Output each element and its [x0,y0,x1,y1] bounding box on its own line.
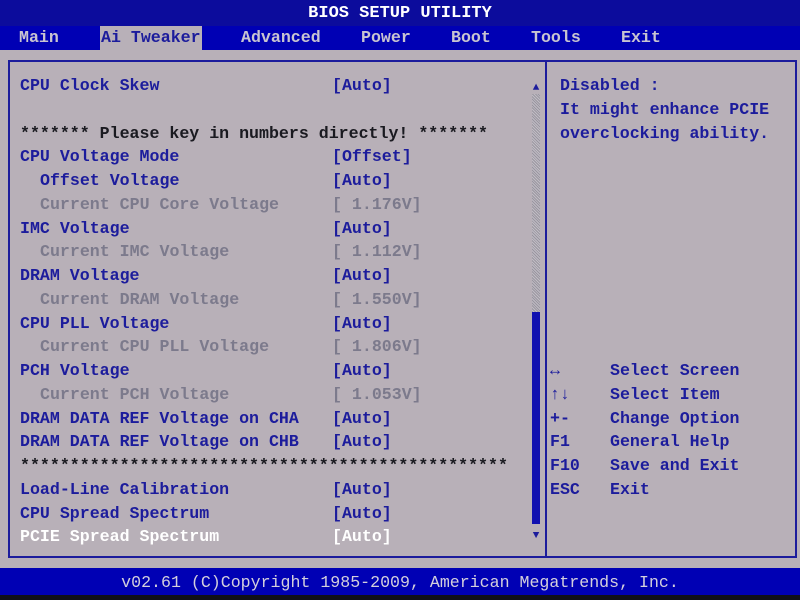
setting-value: [ 1.053V] [332,384,422,404]
setting-label: Offset Voltage [40,171,180,190]
menu-tab-tools[interactable]: Tools [530,26,582,50]
menu-tab-power[interactable]: Power [360,26,412,50]
setting-row: Current PCH Voltage [ 1.053V] [20,383,520,407]
scroll-down-icon[interactable]: ▼ [530,530,542,542]
copyright-footer: v02.61 (C)Copyright 1985-2009, American … [0,568,800,595]
key-legend-item: F10 Save and Exit [550,454,790,478]
setting-row[interactable]: DRAM DATA REF Voltage on CHA [Auto] [20,407,520,431]
key-legend-item: ESC Exit [550,478,790,502]
scroll-track[interactable] [532,94,540,312]
key-legend-item: ↔ Select Screen [550,359,790,383]
setting-label: DRAM DATA REF Voltage on CHA [20,408,299,428]
setting-label: ****************************************… [20,456,508,475]
setting-label: ******* Please key in numbers directly! … [20,123,489,143]
setting-value[interactable]: [Auto] [332,312,392,336]
setting-label: CPU Clock Skew [20,76,160,95]
setting-value[interactable]: [Auto] [332,359,392,383]
menu-tab-exit[interactable]: Exit [620,26,662,50]
setting-row[interactable]: Offset Voltage [Auto] [20,169,520,193]
setting-value: [ 1.176V] [332,194,422,214]
setting-row[interactable]: CPU Voltage Mode [Offset] [20,145,520,169]
setting-value[interactable]: [Auto] [332,264,392,288]
key-description: Select Item [610,384,720,404]
menu-bar: Main Ai Tweaker Advanced Power Boot Tools Exit [0,26,800,50]
setting-label: Current CPU Core Voltage [40,194,279,214]
setting-label: DRAM DATA REF Voltage on CHB [20,432,299,452]
setting-label: CPU Voltage Mode [20,147,180,167]
menu-tab-advanced[interactable]: Advanced [240,26,322,50]
setting-value: [ 1.112V] [332,242,422,262]
setting-label: Current CPU PLL Voltage [40,337,270,357]
key-name: ESC [550,479,580,499]
setting-row[interactable]: PCIE Spread Spectrum [Auto] [20,525,520,549]
key-name: F10 [550,456,580,475]
help-text: Disabled : It might enhance PCIE overclo… [560,76,770,143]
setting-value[interactable]: [Auto] [332,502,392,526]
setting-row[interactable]: DRAM DATA REF Voltage on CHB [Auto] [20,430,520,454]
setting-label: Current PCH Voltage [40,384,230,404]
setting-row[interactable]: CPU Spread Spectrum [Auto] [20,502,520,526]
key-description: Exit [610,479,650,499]
setting-row[interactable]: Load-Line Calibration [Auto] [20,478,520,502]
key-name: ↑↓ [550,384,570,404]
key-legend-item: F1 General Help [550,430,790,454]
key-description: Select Screen [610,361,740,380]
bottom-strip [0,595,800,600]
setting-value[interactable]: [Auto] [332,169,392,193]
setting-value[interactable]: [Auto] [332,407,392,431]
menu-tab-ai-tweaker[interactable]: Ai Tweaker [100,26,202,50]
setting-row: Current DRAM Voltage [ 1.550V] [20,288,520,312]
setting-row: Current CPU PLL Voltage [ 1.806V] [20,335,520,359]
setting-row[interactable]: CPU Clock Skew [Auto] [20,74,520,98]
setting-label: PCIE Spread Spectrum [20,527,220,547]
scrollbar[interactable]: ▲ ▼ [530,78,542,544]
key-description: Save and Exit [610,456,740,475]
setting-value[interactable]: [Auto] [332,478,392,502]
title-bar: BIOS SETUP UTILITY [0,0,800,26]
key-description: Change Option [610,408,740,428]
setting-label: CPU PLL Voltage [20,313,170,333]
setting-row[interactable]: PCH Voltage [Auto] [20,359,520,383]
scroll-thumb[interactable] [532,312,540,524]
key-name: ↔ [550,361,560,380]
setting-value[interactable]: [Auto] [332,217,392,241]
menu-tab-boot[interactable]: Boot [450,26,492,50]
key-name: F1 [550,432,570,452]
key-legend-item: ↑↓ Select Item [550,383,790,407]
key-legend-item: +- Change Option [550,407,790,431]
setting-row[interactable]: IMC Voltage [Auto] [20,217,520,241]
setting-label: IMC Voltage [20,218,130,238]
setting-row: Current CPU Core Voltage [ 1.176V] [20,193,520,217]
setting-label: PCH Voltage [20,361,130,380]
setting-value[interactable]: [Auto] [332,525,392,549]
setting-row[interactable]: DRAM Voltage [Auto] [20,264,520,288]
key-description: General Help [610,432,730,452]
setting-label: CPU Spread Spectrum [20,503,210,523]
separator-row: ****************************************… [20,454,520,478]
separator-row: ******* Please key in numbers directly! … [20,122,520,146]
setting-label: Current DRAM Voltage [40,289,240,309]
setting-label: Current IMC Voltage [40,242,230,262]
setting-value: [ 1.550V] [332,289,422,309]
setting-label: Load-Line Calibration [20,479,230,499]
setting-value[interactable]: [Auto] [332,74,392,98]
setting-value[interactable]: [Offset] [332,145,412,169]
menu-tab-main[interactable]: Main [18,26,60,50]
setting-row: Current IMC Voltage [ 1.112V] [20,240,520,264]
key-legend: ↔ Select Screen ↑↓ Select Item +- Change Opti… [550,359,790,502]
setting-label: DRAM Voltage [20,266,140,285]
separator-row [20,98,520,122]
setting-value[interactable]: [Auto] [332,430,392,454]
key-name: +- [550,408,570,428]
scroll-up-icon[interactable]: ▲ [530,82,542,94]
settings-list: CPU Clock Skew [Auto] ******* Please key i… [20,74,520,549]
setting-value: [ 1.806V] [332,337,422,357]
setting-row[interactable]: CPU PLL Voltage [Auto] [20,312,520,336]
